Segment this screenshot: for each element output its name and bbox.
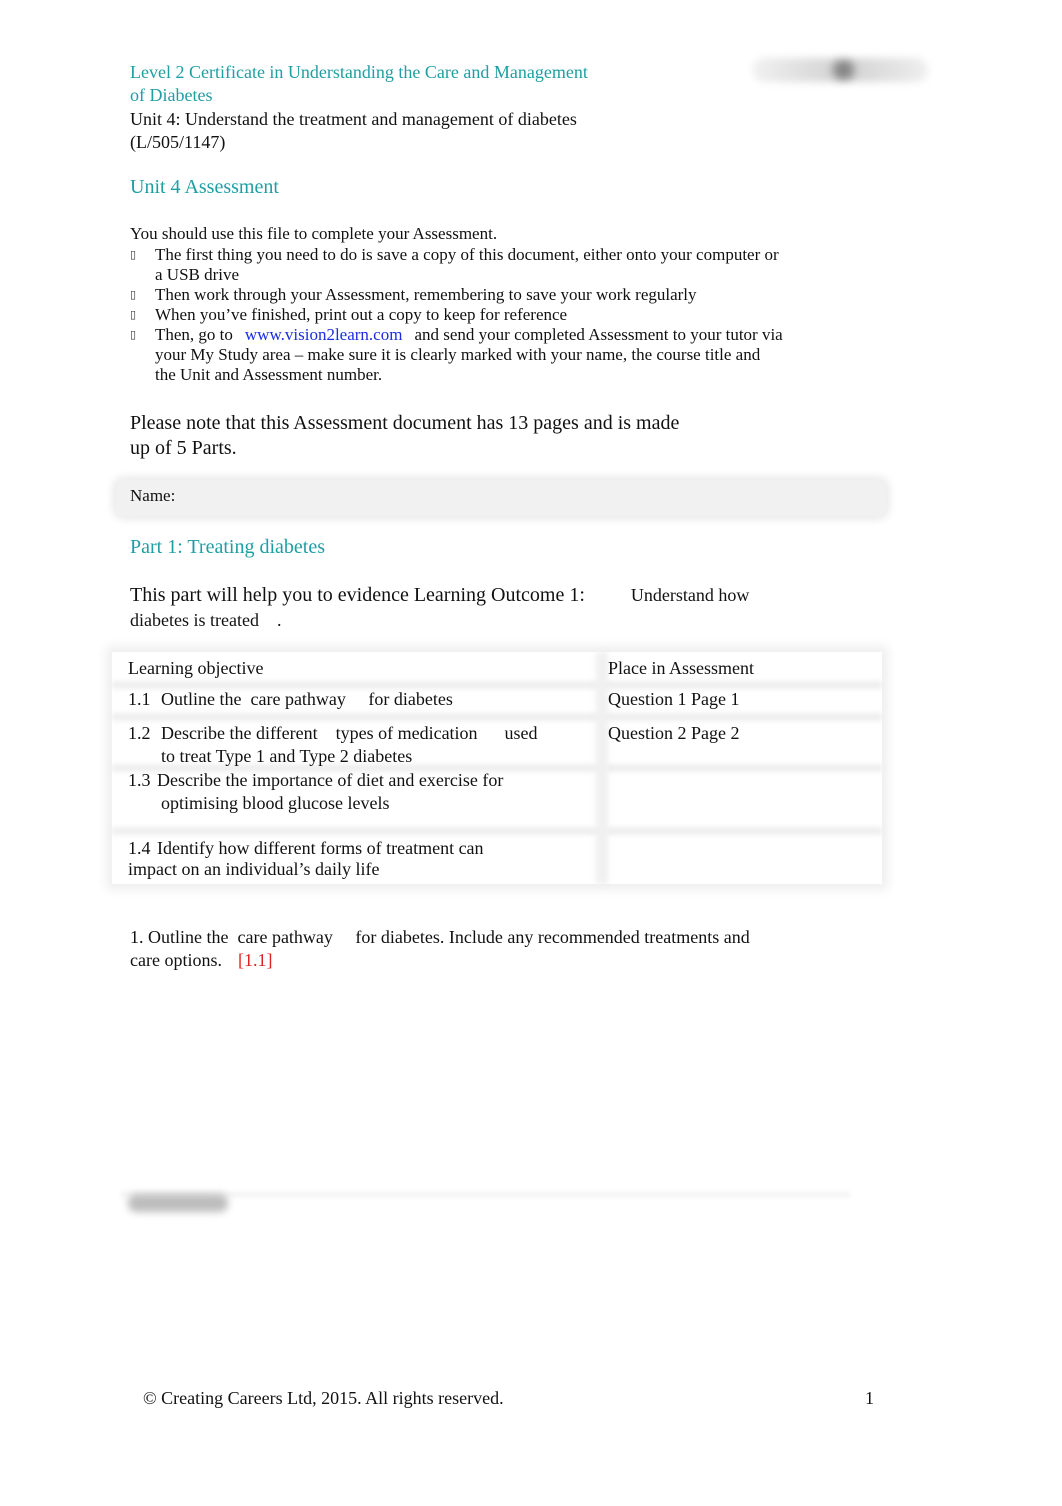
learning-objectives-table: Learning objective Place in Assessment 1… — [112, 652, 882, 884]
page-number: 1 — [865, 1388, 874, 1408]
question-1: 1. Outline the care pathway for diabetes… — [130, 927, 750, 970]
bullet-icon: ▯ — [130, 288, 137, 301]
list-item: ▯ The first thing you need to do is save… — [130, 245, 779, 284]
course-title: Level 2 Certificate in Understanding the… — [130, 62, 588, 105]
pages-note: Please note that this Assessment documen… — [130, 412, 680, 459]
unit-title: Unit 4: Understand the treatment and man… — [130, 109, 577, 152]
question-reference: [1.1] — [237, 950, 273, 970]
footer-logo-icon — [128, 1194, 228, 1212]
instructions-intro: You should use this file to complete you… — [130, 224, 498, 243]
list-item: ▯ Then work through your Assessment, rem… — [130, 285, 697, 304]
bullet-icon: ▯ — [130, 308, 137, 321]
copyright: © Creating Careers Ltd, 2015. All rights… — [143, 1388, 504, 1408]
bullet-icon: ▯ — [130, 248, 137, 261]
assessment-heading: Unit 4 Assessment — [130, 176, 279, 198]
list-item: ▯ When you’ve finished, print out a copy… — [130, 305, 568, 324]
table-header-objective: Learning objective — [128, 658, 264, 678]
question-1-answer-area[interactable] — [130, 980, 850, 1180]
table-header-place: Place in Assessment — [608, 658, 754, 678]
name-field[interactable] — [116, 480, 886, 516]
footer-divider — [120, 1192, 850, 1198]
vision2learn-link[interactable]: www.vision2learn.com — [233, 325, 415, 344]
logo-icon — [752, 58, 928, 82]
list-item: ▯ Then, go to www.vision2learn.com and sen… — [130, 325, 783, 384]
name-label: Name: — [130, 486, 176, 505]
part1-intro: This part will help you to evidence Lear… — [130, 584, 750, 630]
instructions-list: ▯ The first thing you need to do is save… — [130, 245, 830, 385]
part1-heading: Part 1: Treating diabetes — [130, 536, 325, 558]
bullet-icon: ▯ — [130, 328, 137, 341]
